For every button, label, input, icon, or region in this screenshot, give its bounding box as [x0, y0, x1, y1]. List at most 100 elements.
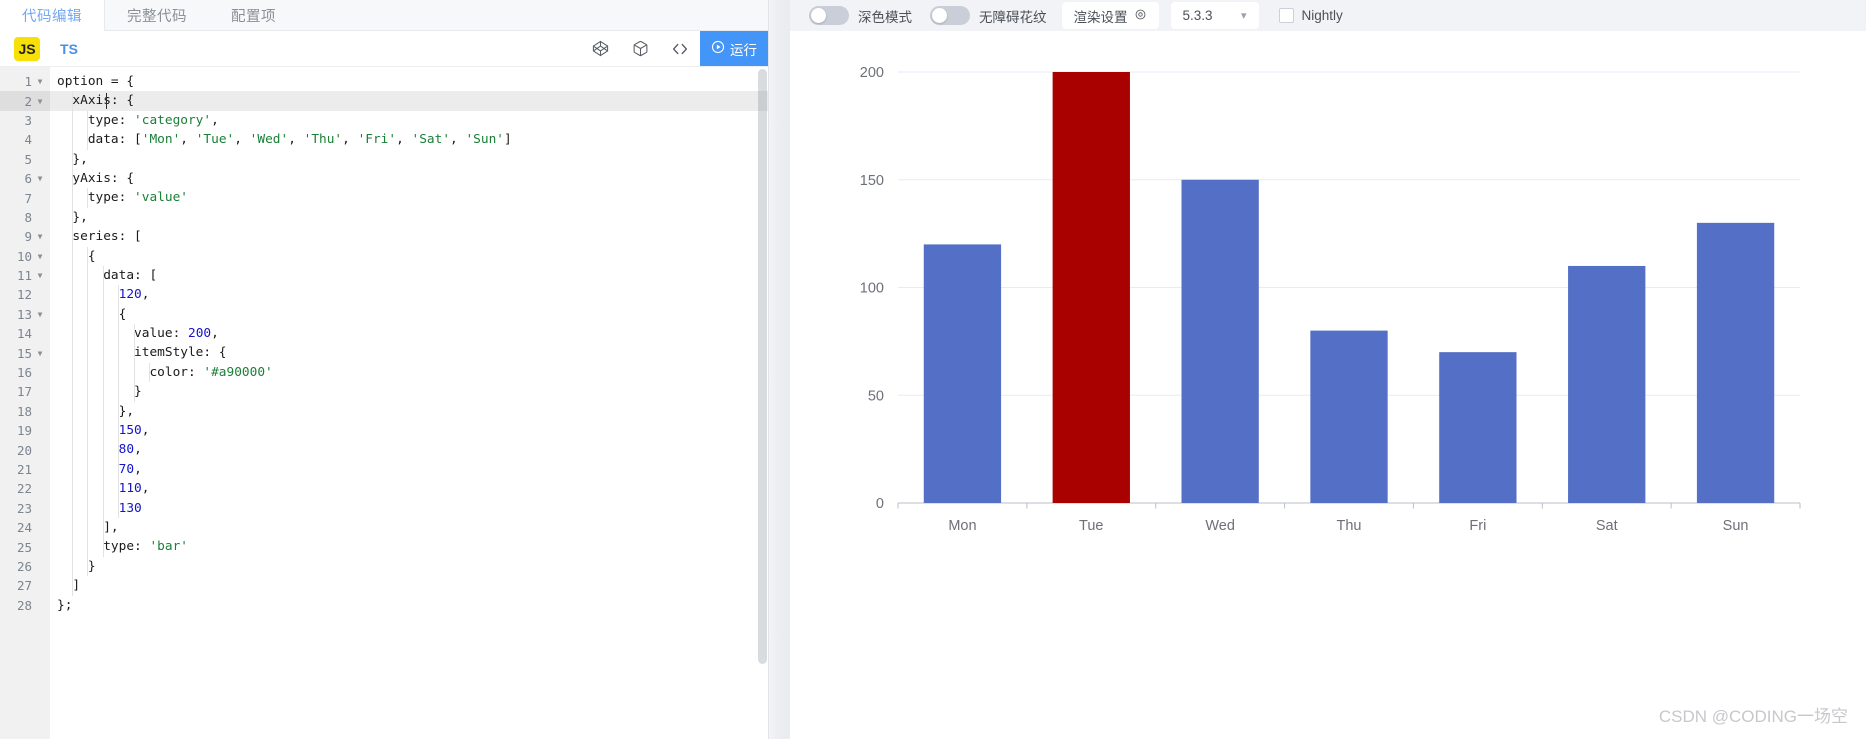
indent-guide	[71, 362, 73, 383]
line-number: 11 ▼	[0, 266, 50, 285]
code-line: ],	[50, 517, 768, 538]
editor-vertical-scrollbar[interactable]	[757, 67, 768, 739]
indent-guide	[87, 324, 89, 344]
line-number: 13 ▼	[0, 305, 50, 324]
fold-arrow-icon[interactable]: ▼	[36, 232, 44, 241]
editor-scrollbar-thumb[interactable]	[758, 69, 767, 664]
line-number: 23▼	[0, 499, 50, 518]
indent-guide	[71, 479, 73, 499]
tab-options[interactable]: 配置项	[209, 0, 298, 30]
fold-arrow-icon[interactable]: ▼	[36, 349, 44, 358]
line-number: 6 ▼	[0, 169, 50, 188]
chevron-down-icon: ▾	[1240, 10, 1247, 22]
code-text-area[interactable]: option = { xAxis: { type: 'category', da…	[50, 67, 768, 739]
line-number-value: 18	[16, 403, 32, 419]
indent-guide	[118, 382, 120, 402]
tab-full-code-label: 完整代码	[127, 8, 187, 25]
indent-guide	[118, 498, 120, 518]
play-circle-icon	[711, 40, 725, 57]
codepen-button[interactable]	[580, 31, 620, 66]
code-line: ]	[50, 576, 768, 596]
indent-guide	[87, 362, 89, 383]
bar[interactable]	[1696, 222, 1775, 503]
code-editor-panel: 代码编辑 完整代码 配置项 JS TS 运行 1 ▼ 2 ▼ 3 4 5 6 ▼…	[0, 0, 768, 739]
indent-guide	[133, 362, 135, 383]
code-line: };	[57, 597, 73, 613]
tab-full-code[interactable]: 完整代码	[105, 0, 209, 30]
code-line: data: ['Mon', 'Tue', 'Wed', 'Thu', 'Fri'…	[50, 130, 768, 150]
indent-guide	[87, 110, 89, 131]
line-number-value: 25	[16, 539, 32, 555]
y-axis-tick-label: 150	[860, 173, 884, 189]
indent-guide	[102, 265, 104, 286]
indent-guide	[71, 207, 73, 228]
indent-guide	[71, 130, 73, 150]
indent-guide	[87, 401, 89, 422]
panel-splitter[interactable]	[768, 0, 790, 739]
line-number-value: 20	[16, 442, 32, 458]
indent-guide	[71, 168, 73, 189]
line-number-value: 26	[16, 558, 32, 574]
fold-arrow-icon[interactable]: ▼	[36, 310, 44, 319]
line-number-value: 19	[16, 423, 32, 439]
bar[interactable]	[1310, 330, 1388, 503]
indent-guide	[71, 265, 73, 286]
code-line: value: 200,	[50, 324, 768, 344]
y-axis-tick-label: 0	[876, 496, 884, 512]
indent-guide	[87, 459, 89, 480]
bar[interactable]	[1439, 352, 1517, 503]
code-line: type: 'bar'	[50, 537, 768, 557]
indent-guide	[71, 401, 73, 422]
x-axis-category-label: Thu	[1337, 518, 1362, 534]
bar[interactable]	[923, 244, 1002, 503]
indent-guide	[102, 517, 104, 538]
view-code-button[interactable]	[660, 31, 700, 66]
version-select[interactable]: 5.3.3 ▾	[1170, 2, 1259, 29]
tab-code-editor[interactable]: 代码编辑	[0, 0, 105, 31]
bar[interactable]	[1568, 265, 1646, 503]
line-number: 21▼	[0, 460, 50, 479]
watermark-text: CSDN @CODING一场空	[1658, 707, 1848, 726]
indent-guide	[71, 440, 73, 460]
fold-arrow-icon[interactable]: ▼	[36, 174, 44, 183]
dark-mode-toggle-knob	[811, 8, 826, 23]
fold-arrow-icon[interactable]: ▼	[36, 77, 44, 86]
chart-canvas-container[interactable]: 0 50 100 150 200 Mon Tue Wed Thu Fri Sat Sun CSDN @…	[790, 31, 1866, 739]
lang-js-button[interactable]: JS	[14, 36, 40, 61]
nightly-checkbox-row[interactable]: Nightly	[1265, 8, 1351, 23]
bar[interactable]	[1181, 179, 1259, 503]
indent-guide	[133, 382, 135, 402]
line-number: 8▼	[0, 208, 50, 227]
indent-guide	[102, 324, 104, 344]
bar-chart[interactable]: 0 50 100 150 200 Mon Tue Wed Thu Fri Sat Sun	[790, 31, 1866, 739]
indent-guide	[118, 304, 120, 325]
render-settings-button[interactable]: 渲染设置	[1061, 2, 1159, 29]
indent-guide	[87, 556, 89, 577]
accessible-pattern-toggle[interactable]	[930, 6, 970, 25]
indent-guide	[102, 382, 104, 402]
run-button-label: 运行	[730, 42, 757, 58]
cube-button[interactable]	[620, 31, 660, 66]
lang-ts-button[interactable]: TS	[56, 37, 82, 61]
indent-guide	[133, 343, 135, 363]
fold-arrow-icon[interactable]: ▼	[36, 97, 44, 106]
dark-mode-toggle[interactable]	[809, 6, 849, 25]
line-number-value: 21	[16, 462, 32, 477]
chart-preview-panel: 深色模式 无障碍花纹 渲染设置 5.3.3 ▾ Nightly 0 50 100…	[790, 0, 1866, 739]
code-editor-surface[interactable]: 1▼2▼3▼4▼5▼6▼7▼8▼9▼10▼11▼12▼13▼14▼15▼16▼1…	[0, 67, 768, 739]
nightly-checkbox[interactable]	[1278, 8, 1294, 23]
code-line: 110,	[50, 479, 768, 499]
indent-guide	[87, 382, 89, 402]
line-number-value: 5	[24, 151, 32, 167]
line-number-value: 9	[24, 229, 32, 245]
run-button[interactable]: 运行	[700, 31, 768, 66]
bar[interactable]	[1052, 72, 1130, 503]
fold-arrow-icon[interactable]: ▼	[36, 271, 44, 280]
fold-arrow-icon[interactable]: ▼	[36, 252, 44, 261]
version-value: 5.3.3	[1182, 8, 1213, 23]
line-number: 7▼	[0, 188, 50, 207]
indent-guide	[102, 459, 104, 480]
code-line: 120,	[50, 285, 768, 305]
preview-options-bar: 深色模式 无障碍花纹 渲染设置 5.3.3 ▾ Nightly	[790, 0, 1866, 31]
indent-guide	[118, 479, 120, 499]
